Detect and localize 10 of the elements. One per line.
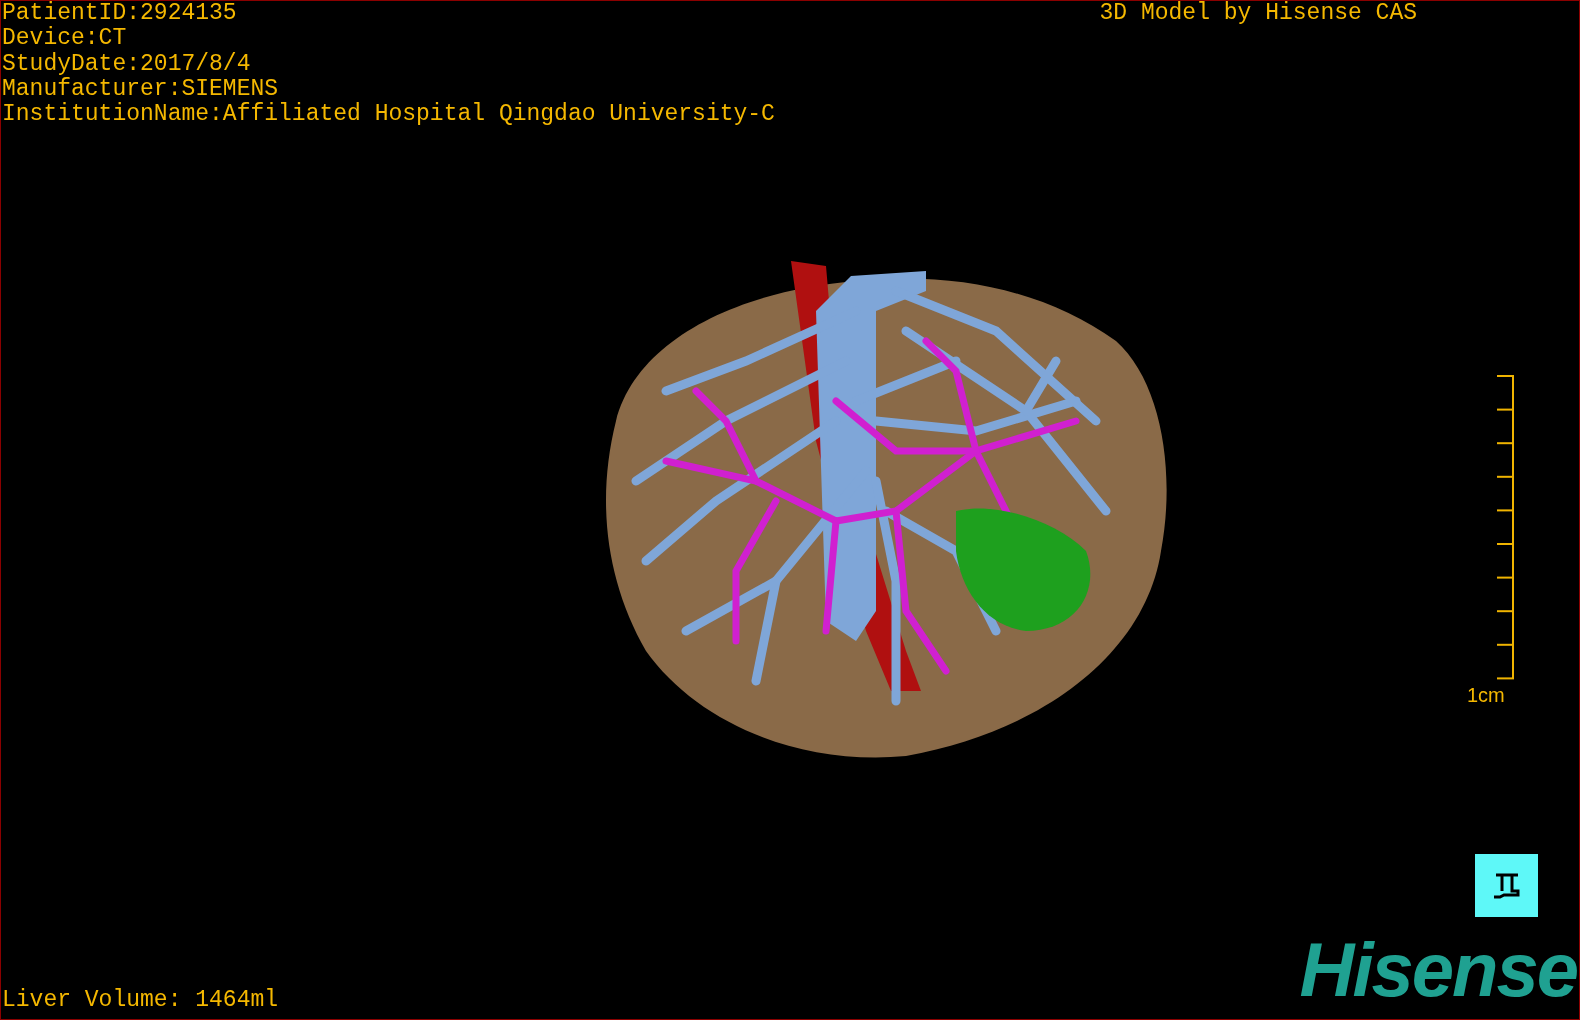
brand-logo: Hisense [1299, 935, 1577, 1014]
dicom-info-line: InstitutionName:Affiliated Hospital Qingdao University-C [2, 102, 775, 128]
scale-label: 1cm [1467, 684, 1505, 707]
dicom-info-line: Manufacturer:SIEMENS [2, 76, 280, 102]
tool-button[interactable] [1475, 854, 1538, 917]
viewer-title: 3D Model by Hisense CAS [1099, 1, 1417, 27]
liver-volume-text: Liver Volume: 1464ml [1, 987, 279, 1015]
dicom-info-line: StudyDate:2017/8/4 [2, 51, 252, 77]
dicom-info-line: Device:CT [2, 26, 128, 52]
dicom-info-line: PatientID:2924135 [2, 1, 238, 26]
